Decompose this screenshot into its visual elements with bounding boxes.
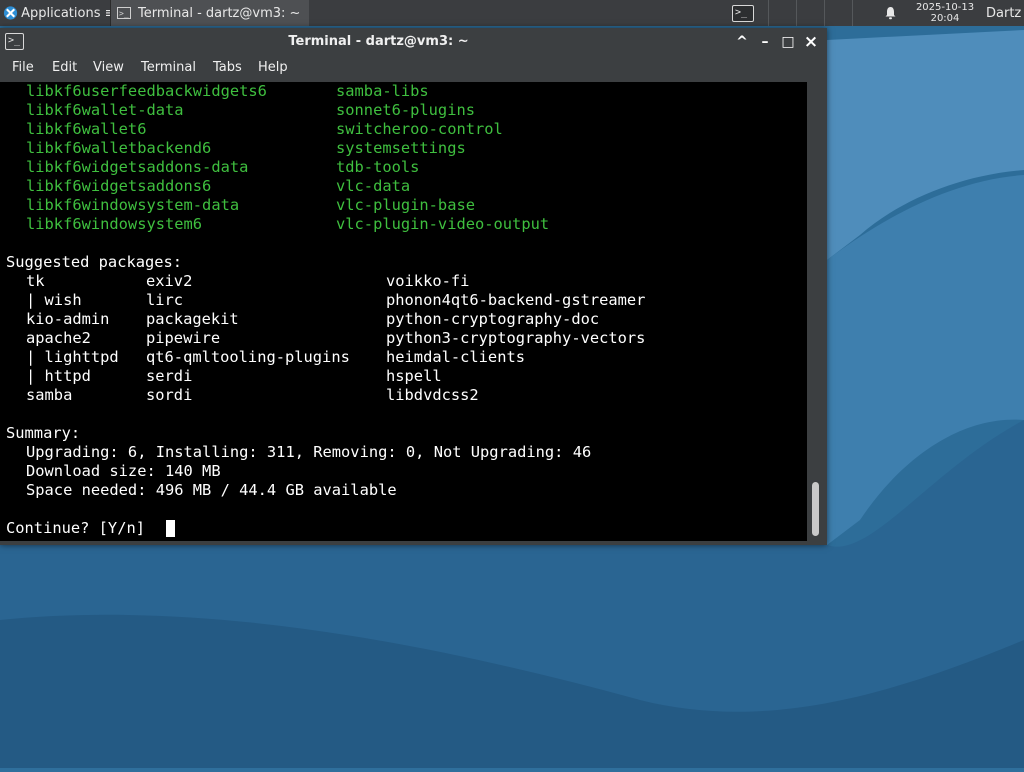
package-name: libkf6widgetsaddons-data	[26, 158, 249, 176]
package-name: vlc-plugin-base	[336, 196, 475, 214]
package-name: libkf6wallet-data	[26, 101, 184, 119]
suggested-package: libdvdcss2	[386, 386, 479, 404]
maximize-button[interactable]: □	[779, 33, 797, 51]
menu-view[interactable]: View	[93, 60, 124, 75]
user-menu[interactable]: Dartz	[986, 0, 1024, 26]
package-name: switcheroo-control	[336, 120, 503, 138]
suggested-package: packagekit	[146, 310, 239, 328]
suggested-package: apache2	[26, 329, 91, 347]
terminal-icon: >_	[732, 4, 754, 22]
package-name: libkf6widgetsaddons6	[26, 177, 212, 195]
terminal-window: >_ Terminal - dartz@vm3: ~ ^ – □ × File …	[0, 28, 827, 545]
suggested-package: pipewire	[146, 329, 221, 347]
menu-terminal[interactable]: Terminal	[141, 60, 196, 75]
xfce-logo-icon	[3, 6, 18, 20]
suggested-package: serdi	[146, 367, 193, 385]
clock-time: 20:04	[930, 13, 960, 24]
clock[interactable]: 2025-10-13 20:04	[908, 0, 982, 26]
package-name: systemsettings	[336, 139, 466, 157]
applications-menu-label: Applications ≡	[21, 5, 110, 21]
suggested-package: phonon4qt6-backend-gstreamer	[386, 291, 646, 309]
suggested-packages-header: Suggested packages:	[6, 253, 183, 271]
suggested-package: qt6-qmltooling-plugins	[146, 348, 350, 366]
scrollbar[interactable]	[808, 82, 827, 541]
menu-help[interactable]: Help	[258, 60, 288, 75]
package-name: libkf6walletbackend6	[26, 139, 212, 157]
suggested-package: hspell	[386, 367, 442, 385]
panel-separator	[796, 0, 797, 26]
suggested-package: kio-admin	[26, 310, 110, 328]
continue-prompt: Continue? [Y/n]	[6, 519, 155, 537]
package-name: vlc-plugin-video-output	[336, 215, 550, 233]
suggested-package: tk	[26, 272, 45, 290]
summary-line: Download size: 140 MB	[26, 462, 221, 480]
bell-icon	[885, 7, 895, 20]
user-name: Dartz	[986, 5, 1022, 21]
window-titlebar[interactable]: >_ Terminal - dartz@vm3: ~ ^ – □ ×	[0, 28, 827, 56]
summary-line: Space needed: 496 MB / 44.4 GB available	[26, 481, 397, 499]
terminal-icon: >_	[117, 7, 131, 19]
package-name: tdb-tools	[336, 158, 420, 176]
panel-separator	[768, 0, 769, 26]
suggested-package: | httpd	[26, 367, 91, 385]
top-panel: Applications ≡ >_ Terminal - dartz@vm3: …	[0, 0, 1024, 26]
suggested-package: heimdal-clients	[386, 348, 525, 366]
shade-button[interactable]: ^	[733, 33, 751, 51]
window-title: Terminal - dartz@vm3: ~	[288, 34, 469, 49]
suggested-package: voikko-fi	[386, 272, 470, 290]
suggested-package: | lighttpd	[26, 348, 119, 366]
package-name: libkf6wallet6	[26, 120, 147, 138]
taskbar-item-terminal[interactable]: >_ Terminal - dartz@vm3: ~	[110, 0, 309, 26]
menu-file[interactable]: File	[12, 60, 34, 75]
taskbar-item-label: Terminal - dartz@vm3: ~	[138, 5, 301, 21]
suggested-package: lirc	[146, 291, 184, 309]
panel-separator	[824, 0, 825, 26]
close-button[interactable]: ×	[802, 33, 820, 51]
clock-date: 2025-10-13	[915, 2, 975, 13]
package-name: vlc-data	[336, 177, 411, 195]
scrollbar-thumb[interactable]	[812, 482, 819, 536]
menu-tabs[interactable]: Tabs	[213, 60, 242, 75]
package-name: samba-libs	[336, 82, 429, 100]
suggested-package: | wish	[26, 291, 82, 309]
terminal-output[interactable]: libkf6userfeedbackwidgets6 samba-libs li…	[0, 82, 807, 541]
summary-header: Summary:	[6, 424, 81, 442]
suggested-package: python3-cryptography-vectors	[386, 329, 646, 347]
suggested-package: samba	[26, 386, 73, 404]
suggested-package: sordi	[146, 386, 193, 404]
suggested-package: exiv2	[146, 272, 193, 290]
applications-menu-button[interactable]: Applications ≡	[0, 0, 110, 26]
package-name: libkf6userfeedbackwidgets6	[26, 82, 267, 100]
package-name: libkf6windowsystem6	[26, 215, 203, 233]
minimize-button[interactable]: –	[756, 33, 774, 51]
terminal-launcher-button[interactable]: >_	[728, 0, 758, 26]
package-name: libkf6windowsystem-data	[26, 196, 240, 214]
panel-separator	[852, 0, 853, 26]
notifications-button[interactable]	[880, 0, 900, 26]
suggested-package: python-cryptography-doc	[386, 310, 600, 328]
package-name: sonnet6-plugins	[336, 101, 475, 119]
menu-edit[interactable]: Edit	[52, 60, 77, 75]
menu-bar: File Edit View Terminal Tabs Help	[0, 56, 827, 80]
text-cursor	[166, 520, 175, 537]
summary-line: Upgrading: 6, Installing: 311, Removing:…	[26, 443, 592, 461]
